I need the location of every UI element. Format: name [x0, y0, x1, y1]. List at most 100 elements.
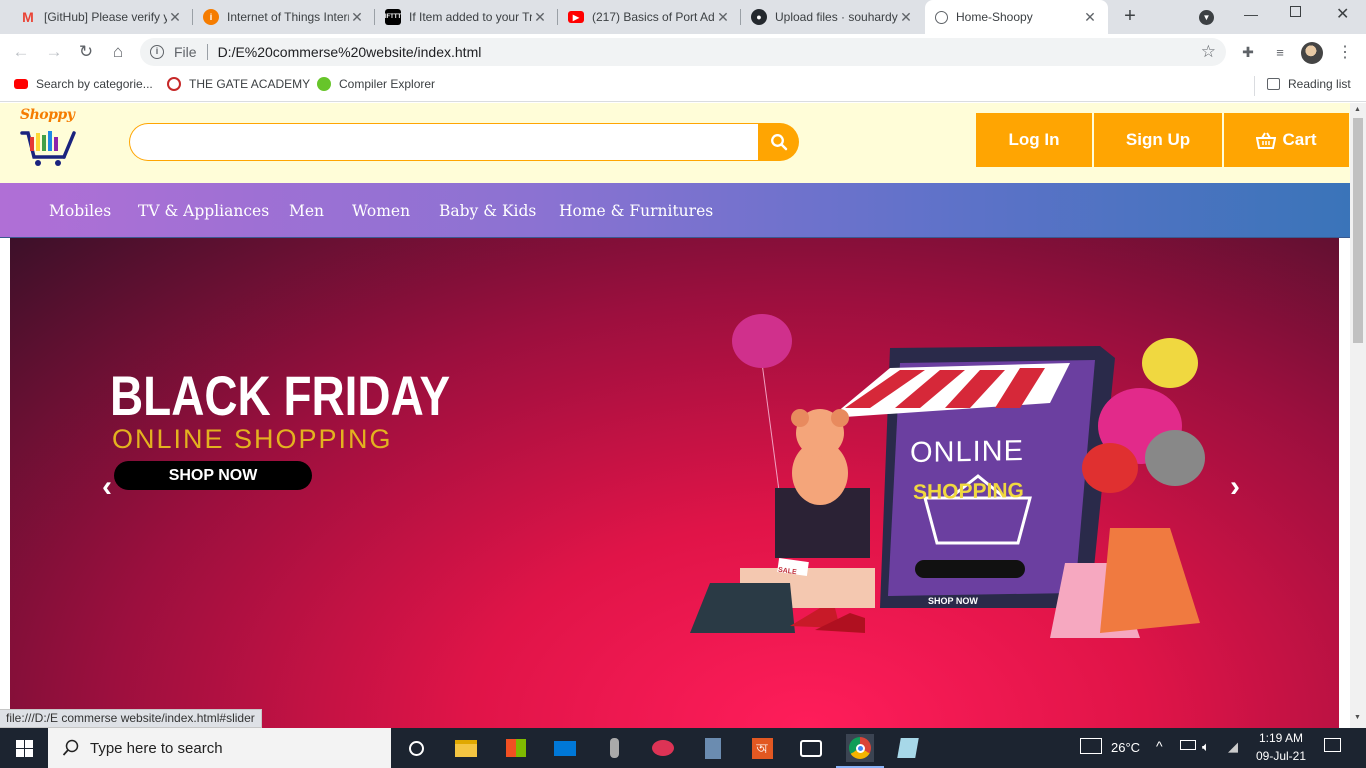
globe-icon [935, 10, 948, 24]
banner-shop-now-button[interactable]: SHOP NOW [114, 461, 312, 490]
nav-men[interactable]: Men [289, 202, 324, 220]
close-window-button[interactable]: ✕ [1336, 4, 1349, 24]
scroll-up-arrow[interactable]: ▲ [1354, 106, 1361, 113]
ifttt-icon: IFTTT [385, 9, 401, 25]
shoppy-logo[interactable]: Shoppy [20, 107, 80, 171]
bookmarks-divider [1254, 76, 1255, 96]
shopping-basket-icon [1256, 131, 1277, 149]
menu-icon[interactable]: ⋮ [1333, 40, 1357, 64]
nav-mobiles[interactable]: Mobiles [49, 202, 111, 220]
profile-avatar[interactable] [1301, 42, 1323, 64]
search-icon [62, 739, 79, 756]
notification-center-icon[interactable] [1324, 738, 1341, 752]
tab-iot[interactable]: i Internet of Things Interna ✕ [193, 0, 375, 34]
extensions-icon[interactable]: ✚ [1236, 40, 1260, 64]
bookmark-search-by-categories[interactable]: Search by categorie... [14, 77, 153, 91]
url-text[interactable]: D:/E%20commerse%20website/index.html [218, 44, 482, 60]
search-icon [770, 134, 787, 151]
github-icon: ● [751, 9, 767, 25]
news-weather-icon[interactable] [1080, 738, 1102, 754]
chrome-icon[interactable] [846, 734, 874, 762]
windows-taskbar: Type here to search অ 26°C ^ 🔈︎ ◢ 1:19 A… [0, 728, 1366, 768]
search-button[interactable] [758, 123, 799, 161]
product-search-input[interactable] [129, 123, 759, 161]
slider-next-arrow[interactable]: › [1230, 470, 1240, 504]
signup-button[interactable]: Sign Up [1094, 113, 1222, 167]
info-icon[interactable]: i [150, 45, 164, 59]
mail-icon[interactable] [551, 734, 579, 762]
tab-youtube-port[interactable]: ▶ (217) Basics of Port Addres ✕ [558, 0, 741, 34]
camera-icon[interactable] [797, 734, 825, 762]
task-view-icon[interactable] [402, 734, 430, 762]
slider-prev-arrow[interactable]: ‹ [102, 470, 112, 504]
bookmarks-bar: Search by categorie... THE GATE ACADEMY … [0, 70, 1366, 102]
clock-time[interactable]: 1:19 AM [1259, 731, 1303, 745]
file-scheme-label: File [174, 44, 197, 60]
calculator-icon[interactable] [699, 734, 727, 762]
youtube-icon [14, 79, 28, 89]
nav-tv-appliances[interactable]: TV & Appliances [138, 202, 269, 220]
nav-baby-kids[interactable]: Baby & Kids [439, 202, 536, 220]
close-tab-icon[interactable]: ✕ [715, 9, 731, 26]
media-control-icon[interactable]: ≡ [1268, 40, 1292, 64]
login-button[interactable]: Log In [976, 113, 1092, 167]
site-header: Shoppy Log In Sign Up Cart [0, 103, 1350, 183]
tab-github-verify[interactable]: M [GitHub] Please verify your ✕ [10, 0, 193, 34]
close-tab-icon[interactable]: ✕ [532, 9, 548, 26]
banner-slider: BLACK FRIDAY ONLINE SHOPPING SHOP NOW ON… [10, 238, 1339, 728]
voice-recorder-icon[interactable] [600, 734, 628, 762]
restore-button[interactable] [1290, 6, 1301, 17]
tray-chevron-icon[interactable]: ^ [1156, 738, 1163, 754]
file-explorer-icon[interactable] [452, 734, 480, 762]
browser-tab-strip: M [GitHub] Please verify your ✕ i Intern… [0, 0, 1366, 34]
nav-home-furnitures[interactable]: Home & Furnitures [559, 202, 713, 220]
bookmark-gate-academy[interactable]: THE GATE ACADEMY [167, 77, 310, 91]
paint-icon[interactable] [649, 734, 677, 762]
battery-icon[interactable] [1180, 740, 1196, 750]
notes-app-icon[interactable] [894, 734, 922, 762]
phone-online-text: ONLINE [910, 435, 1024, 469]
youtube-icon: ▶ [568, 11, 584, 23]
page-vertical-scrollbar[interactable]: ▲ ▼ [1350, 103, 1366, 728]
tab-github-upload[interactable]: ● Upload files · souhardya ✕ [741, 0, 924, 34]
close-tab-icon[interactable]: ✕ [167, 9, 183, 26]
reading-list-button[interactable]: Reading list [1267, 77, 1351, 91]
wifi-icon[interactable]: ◢ [1228, 739, 1238, 755]
reload-button[interactable]: ↻ [74, 40, 98, 64]
forward-button[interactable]: → [42, 40, 66, 64]
bookmark-compiler-explorer[interactable]: Compiler Explorer [317, 77, 435, 91]
cart-logo-icon [20, 131, 76, 166]
category-navbar: Mobiles TV & Appliances Men Women Baby &… [0, 183, 1350, 238]
banner-subheadline: ONLINE SHOPPING [112, 424, 393, 454]
bengali-keyboard-icon[interactable]: অ [748, 734, 776, 762]
clock-date[interactable]: 09-Jul-21 [1256, 749, 1306, 763]
address-bar[interactable]: i File D:/E%20commerse%20website/index.h… [140, 38, 1226, 66]
nav-women[interactable]: Women [352, 202, 410, 220]
microsoft-store-icon[interactable] [502, 734, 530, 762]
web-page: Shoppy Log In Sign Up Cart Mobiles TV & … [0, 103, 1350, 728]
banner-headline: BLACK FRIDAY [110, 364, 451, 427]
weather-temp[interactable]: 26°C [1111, 740, 1140, 755]
bookmark-star-icon[interactable]: ☆ [1201, 42, 1216, 62]
tab-ifttt[interactable]: IFTTT If Item added to your Trello ✕ [375, 0, 558, 34]
new-tab-button[interactable]: + [1118, 5, 1142, 29]
omnibox-divider [206, 44, 208, 60]
back-button[interactable]: ← [9, 40, 33, 64]
phone-shop-now-label: SHOP NOW [928, 596, 978, 606]
close-tab-icon[interactable]: ✕ [349, 9, 365, 26]
taskbar-search-box[interactable]: Type here to search [48, 728, 391, 768]
tab-home-shoopy[interactable]: Home-Shoopy ✕ [925, 0, 1108, 34]
link-status-bar: file:///D:/E commerse website/index.html… [0, 709, 262, 728]
close-tab-icon[interactable]: ✕ [898, 9, 914, 26]
cart-button[interactable]: Cart [1224, 113, 1349, 167]
compiler-explorer-icon [317, 77, 331, 91]
windows-start-icon[interactable] [10, 734, 38, 762]
scrollbar-thumb[interactable] [1353, 118, 1363, 343]
scroll-down-arrow[interactable]: ▼ [1354, 714, 1361, 721]
reading-list-icon [1267, 78, 1280, 90]
minimize-button[interactable]: — [1244, 6, 1258, 22]
home-button[interactable]: ⌂ [106, 40, 130, 64]
close-tab-icon[interactable]: ✕ [1082, 9, 1098, 26]
volume-icon[interactable]: 🔈︎ [1202, 739, 1210, 755]
tab-search-icon[interactable]: ▼ [1199, 10, 1214, 25]
